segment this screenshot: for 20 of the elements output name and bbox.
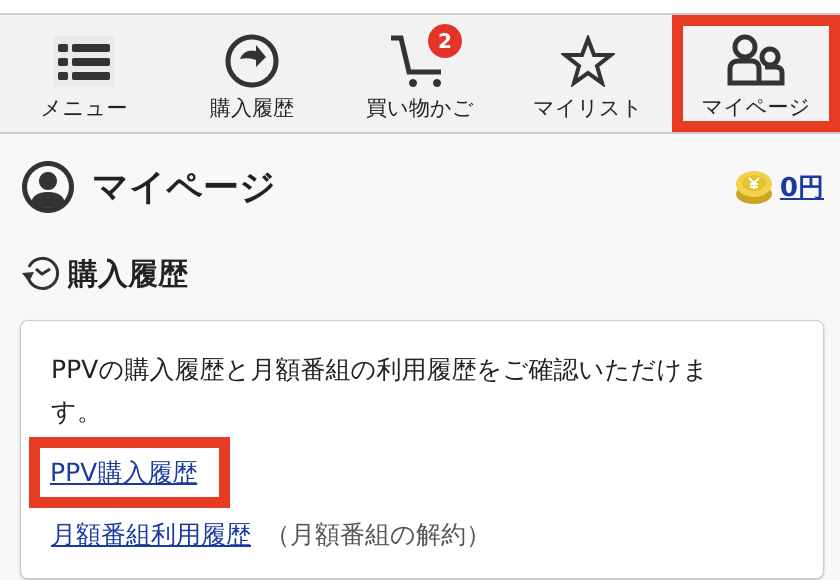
nav-tab[interactable]: 2 買い物かご [336,15,504,132]
description-text: PPVの購入履歴と月額番組の利用履歴をご確認いただけます。 [51,354,710,428]
arrow-circle-icon [224,33,280,89]
nav-tab[interactable]: 購入履歴 [168,15,336,132]
nav-tab[interactable]: メニュー [0,15,168,132]
link-note: （月額番組の解約） [265,518,491,550]
nav-tab[interactable]: マイリスト [504,15,672,132]
section-title: 購入履歴 [68,256,188,294]
page-title: マイページ [92,166,276,210]
nav-tab[interactable]: マイページ [672,15,840,132]
coin-icon [734,168,774,206]
star-icon [561,35,615,87]
history-clock-icon [20,255,60,293]
balance-link[interactable]: 0円 [780,170,824,204]
avatar-icon [20,159,76,215]
list-icon [54,36,114,86]
count-badge: 2 [428,24,462,58]
history-link[interactable]: 月額番組利用履歴 [51,518,251,550]
users-icon [727,33,785,87]
history-link[interactable]: PPV購入履歴 [50,456,198,489]
